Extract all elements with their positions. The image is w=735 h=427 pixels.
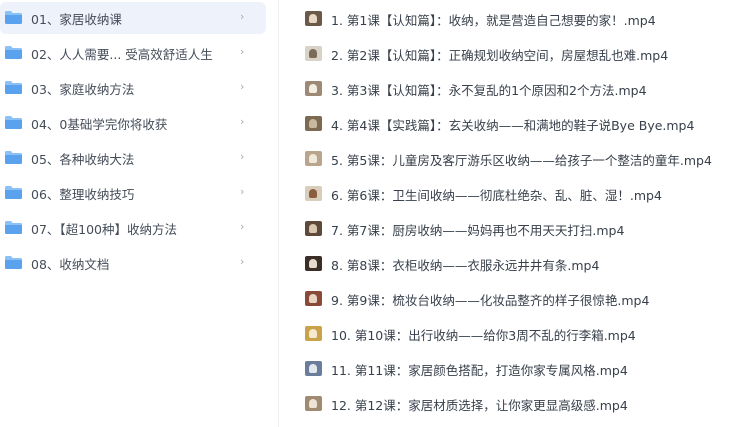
chevron-right-icon: › bbox=[240, 255, 245, 268]
file-item-08[interactable]: 8. 第8课：衣柜收纳——衣服永远井井有条.mp4 bbox=[280, 248, 732, 278]
panel-divider bbox=[278, 0, 279, 427]
folder-icon bbox=[5, 116, 22, 129]
chevron-right-icon: › bbox=[240, 10, 245, 23]
file-item-12[interactable]: 12. 第12课：家居材质选择，让你家更显高级感.mp4 bbox=[280, 388, 732, 418]
file-name: 2. 第2课【认知篇】：正确规划收纳空间，房屋想乱也难.mp4 bbox=[331, 48, 669, 63]
folder-item-02[interactable]: 02、人人需要... 受高效舒适人生 › bbox=[0, 37, 266, 69]
file-name: 11. 第11课：家居颜色搭配，打造你家专属风格.mp4 bbox=[331, 363, 628, 378]
file-name: 8. 第8课：衣柜收纳——衣服永远井井有条.mp4 bbox=[331, 258, 600, 273]
chevron-right-icon: › bbox=[240, 220, 245, 233]
folder-label: 05、各种收纳大法 bbox=[31, 151, 135, 167]
file-name: 10. 第10课：出行收纳——给你3周不乱的行李箱.mp4 bbox=[331, 328, 636, 343]
chevron-right-icon: › bbox=[240, 80, 245, 93]
folder-item-08[interactable]: 08、收纳文档 › bbox=[0, 247, 266, 279]
folder-label: 01、家居收纳课 bbox=[31, 11, 122, 27]
folder-item-05[interactable]: 05、各种收纳大法 › bbox=[0, 142, 266, 174]
video-thumbnail-icon bbox=[305, 291, 322, 306]
file-item-03[interactable]: 3. 第3课【认知篇】：永不复乱的1个原因和2个方法.mp4 bbox=[280, 73, 732, 103]
folder-label: 06、整理收纳技巧 bbox=[31, 186, 135, 202]
file-item-02[interactable]: 2. 第2课【认知篇】：正确规划收纳空间，房屋想乱也难.mp4 bbox=[280, 38, 732, 68]
file-name: 12. 第12课：家居材质选择，让你家更显高级感.mp4 bbox=[331, 398, 628, 413]
folder-icon bbox=[5, 81, 22, 94]
folder-label: 02、人人需要... 受高效舒适人生 bbox=[31, 46, 213, 62]
folder-icon bbox=[5, 256, 22, 269]
video-thumbnail-icon bbox=[305, 221, 322, 236]
file-name: 9. 第9课：梳妆台收纳——化妆品整齐的样子很惊艳.mp4 bbox=[331, 293, 650, 308]
folder-item-03[interactable]: 03、家庭收纳方法 › bbox=[0, 72, 266, 104]
file-name: 7. 第7课：厨房收纳——妈妈再也不用天天打扫.mp4 bbox=[331, 223, 625, 238]
folder-icon bbox=[5, 151, 22, 164]
file-item-07[interactable]: 7. 第7课：厨房收纳——妈妈再也不用天天打扫.mp4 bbox=[280, 213, 732, 243]
video-thumbnail-icon bbox=[305, 396, 322, 411]
folder-icon bbox=[5, 221, 22, 234]
file-item-06[interactable]: 6. 第6课：卫生间收纳——彻底杜绝杂、乱、脏、湿！.mp4 bbox=[280, 178, 732, 208]
file-item-01[interactable]: 1. 第1课【认知篇】：收纳，就是营造自己想要的家！.mp4 bbox=[280, 3, 732, 33]
folder-label: 08、收纳文档 bbox=[31, 256, 110, 272]
file-name: 4. 第4课【实践篇】：玄关收纳——和满地的鞋子说Bye Bye.mp4 bbox=[331, 118, 695, 133]
folder-item-06[interactable]: 06、整理收纳技巧 › bbox=[0, 177, 266, 209]
chevron-right-icon: › bbox=[240, 185, 245, 198]
video-thumbnail-icon bbox=[305, 151, 322, 166]
file-name: 5. 第5课：儿童房及客厅游乐区收纳——给孩子一个整洁的童年.mp4 bbox=[331, 153, 712, 168]
file-item-05[interactable]: 5. 第5课：儿童房及客厅游乐区收纳——给孩子一个整洁的童年.mp4 bbox=[280, 143, 732, 173]
file-list: 1. 第1课【认知篇】：收纳，就是营造自己想要的家！.mp4 2. 第2课【认知… bbox=[280, 0, 735, 427]
file-name: 6. 第6课：卫生间收纳——彻底杜绝杂、乱、脏、湿！.mp4 bbox=[331, 188, 662, 203]
video-thumbnail-icon bbox=[305, 81, 322, 96]
file-name: 3. 第3课【认知篇】：永不复乱的1个原因和2个方法.mp4 bbox=[331, 83, 647, 98]
video-thumbnail-icon bbox=[305, 256, 322, 271]
file-item-04[interactable]: 4. 第4课【实践篇】：玄关收纳——和满地的鞋子说Bye Bye.mp4 bbox=[280, 108, 732, 138]
chevron-right-icon: › bbox=[240, 45, 245, 58]
folder-label: 07、【超100种】收纳方法 bbox=[31, 221, 178, 237]
folder-item-07[interactable]: 07、【超100种】收纳方法 › bbox=[0, 212, 266, 244]
folder-icon bbox=[5, 46, 22, 59]
video-thumbnail-icon bbox=[305, 361, 322, 376]
file-name: 1. 第1课【认知篇】：收纳，就是营造自己想要的家！.mp4 bbox=[331, 13, 656, 28]
folder-icon bbox=[5, 11, 22, 24]
file-item-11[interactable]: 11. 第11课：家居颜色搭配，打造你家专属风格.mp4 bbox=[280, 353, 732, 383]
chevron-right-icon: › bbox=[240, 115, 245, 128]
folder-item-01[interactable]: 01、家居收纳课 › bbox=[0, 2, 266, 34]
video-thumbnail-icon bbox=[305, 116, 322, 131]
chevron-right-icon: › bbox=[240, 150, 245, 163]
folder-label: 04、0基础学完你将收获 bbox=[31, 116, 168, 132]
file-item-09[interactable]: 9. 第9课：梳妆台收纳——化妆品整齐的样子很惊艳.mp4 bbox=[280, 283, 732, 313]
video-thumbnail-icon bbox=[305, 46, 322, 61]
video-thumbnail-icon bbox=[305, 186, 322, 201]
video-thumbnail-icon bbox=[305, 326, 322, 341]
folder-item-04[interactable]: 04、0基础学完你将收获 › bbox=[0, 107, 266, 139]
folder-sidebar: 01、家居收纳课 › 02、人人需要... 受高效舒适人生 › 03、家庭收纳方… bbox=[0, 0, 270, 427]
file-item-10[interactable]: 10. 第10课：出行收纳——给你3周不乱的行李箱.mp4 bbox=[280, 318, 732, 348]
folder-icon bbox=[5, 186, 22, 199]
video-thumbnail-icon bbox=[305, 11, 322, 26]
folder-label: 03、家庭收纳方法 bbox=[31, 81, 135, 97]
